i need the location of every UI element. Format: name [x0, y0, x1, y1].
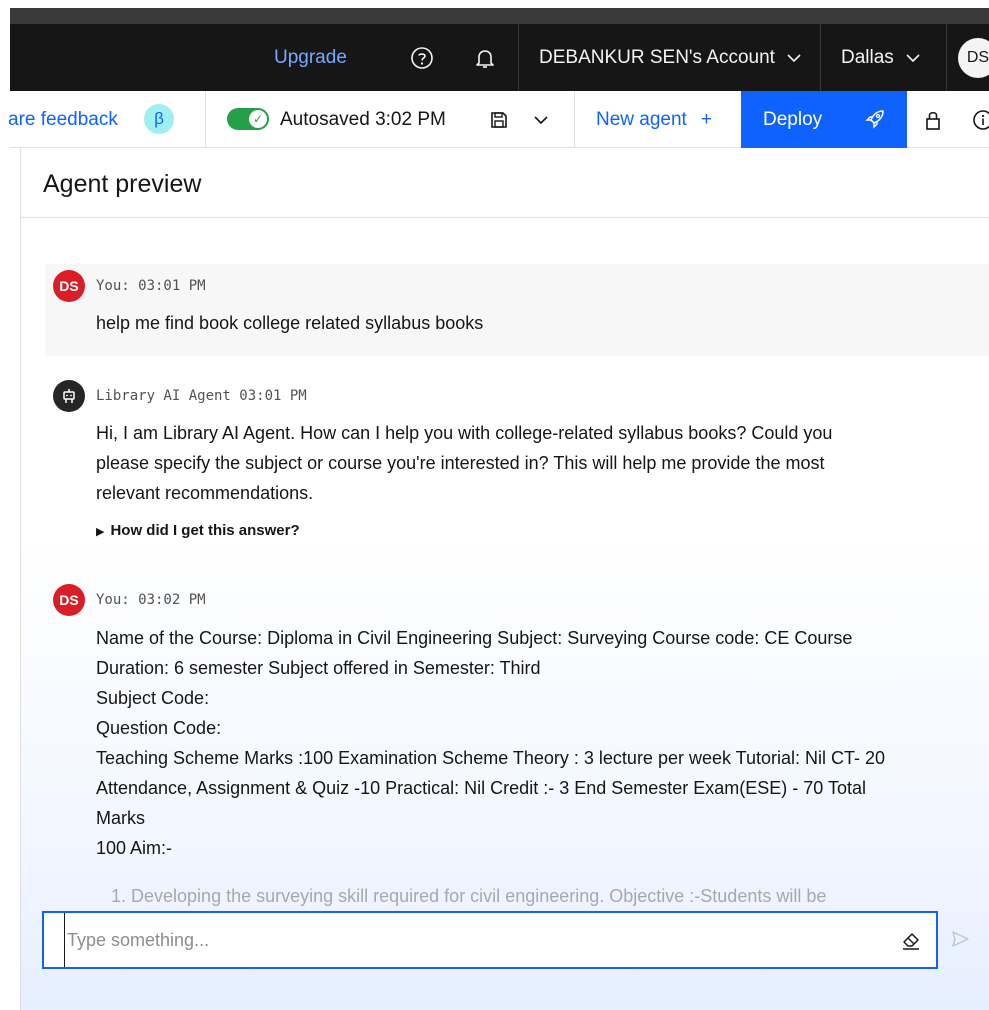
- deploy-label: Deploy: [763, 108, 823, 130]
- autosave-toggle[interactable]: ✓: [227, 108, 269, 130]
- help-icon: [411, 46, 433, 69]
- user-avatar: DS: [53, 270, 85, 302]
- upgrade-link[interactable]: Upgrade: [274, 24, 347, 91]
- save-button[interactable]: [488, 91, 510, 148]
- toolbar-divider: [574, 91, 575, 148]
- toolbar-divider: [205, 91, 206, 148]
- page-title: Agent preview: [43, 170, 202, 198]
- user-avatar: DS: [53, 584, 85, 616]
- region-label: Dallas: [841, 46, 894, 68]
- autosave-status: Autosaved 3:02 PM: [280, 108, 446, 130]
- account-label: DEBANKUR SEN's Account: [539, 46, 775, 68]
- user-avatar[interactable]: DS: [958, 38, 989, 78]
- new-agent-button[interactable]: New agent +: [596, 91, 712, 148]
- send-icon: [952, 931, 969, 947]
- chat-input-box: [42, 911, 938, 969]
- top-strip: [10, 8, 989, 24]
- message-line: Attendance, Assignment & Quiz -10 Practi…: [96, 778, 866, 798]
- message-text: Hi, I am Library AI Agent. How can I hel…: [96, 418, 936, 508]
- message-line: Name of the Course: Diploma in Civil Eng…: [96, 628, 853, 648]
- beta-badge: β: [144, 104, 174, 134]
- message-text: Name of the Course: Diploma in Civil Eng…: [96, 623, 936, 863]
- lock-button[interactable]: [920, 91, 946, 148]
- agent-avatar: [53, 380, 85, 412]
- deploy-button[interactable]: Deploy: [741, 91, 907, 148]
- plus-icon: +: [700, 108, 712, 130]
- send-button[interactable]: [946, 924, 974, 954]
- region-switcher[interactable]: Dallas: [841, 24, 920, 91]
- info-button[interactable]: [970, 91, 989, 148]
- message-line: Hi, I am Library AI Agent. How can I hel…: [96, 423, 833, 443]
- eraser-icon: [903, 933, 919, 950]
- chevron-down-icon: [906, 47, 920, 69]
- chat-messages[interactable]: DS You: 03:01 PM help me find book colle…: [21, 218, 989, 910]
- panel-header: Agent preview: [21, 148, 989, 218]
- notifications-button[interactable]: [471, 24, 499, 91]
- clear-button[interactable]: [900, 929, 922, 951]
- info-icon: [973, 109, 989, 130]
- how-link-label: How did I get this answer?: [110, 522, 300, 539]
- save-options-button[interactable]: [530, 91, 552, 148]
- share-feedback-link[interactable]: are feedback: [8, 91, 118, 148]
- message-line: Marks: [96, 808, 145, 828]
- agent-preview-panel: Agent preview DS You: 03:01 PM help me f…: [20, 148, 989, 1010]
- message-line: 100 Aim:-: [96, 838, 173, 858]
- message-line: Duration: 6 semester Subject offered in …: [96, 658, 541, 678]
- how-did-i-get-this-answer-toggle[interactable]: ▶ How did I get this answer?: [96, 522, 300, 539]
- save-icon: [491, 111, 507, 128]
- lock-icon: [926, 111, 940, 130]
- message-text: help me find book college related syllab…: [96, 313, 484, 333]
- message-line: relevant recommendations.: [96, 483, 314, 503]
- message-line: please specify the subject or course you…: [96, 453, 825, 473]
- chat-input[interactable]: [64, 913, 884, 967]
- caret-right-icon: ▶: [96, 526, 105, 538]
- message-line: Subject Code:: [96, 688, 210, 708]
- new-agent-label: New agent: [596, 108, 687, 130]
- header-divider: [820, 24, 821, 91]
- message-line: Teaching Scheme Marks :100 Examination S…: [96, 748, 886, 768]
- message-line: Question Code:: [96, 718, 222, 738]
- message-meta: You: 03:02 PM: [96, 592, 206, 608]
- header-divider: [946, 24, 947, 91]
- chevron-down-icon: [534, 115, 548, 124]
- robot-icon: [63, 389, 75, 403]
- chevron-down-icon: [787, 47, 801, 69]
- bell-icon: [476, 49, 494, 68]
- top-header: Upgrade DEBANKUR SEN's Account Dallas DS: [10, 24, 989, 91]
- message-meta: Library AI Agent 03:01 PM: [96, 388, 307, 404]
- rocket-icon: [865, 110, 884, 129]
- checkmark-icon: ✓: [249, 110, 267, 128]
- help-button[interactable]: [408, 24, 436, 91]
- account-switcher[interactable]: DEBANKUR SEN's Account: [539, 24, 801, 91]
- toolbar: are feedback β ✓ Autosaved 3:02 PM New a…: [8, 91, 989, 148]
- message-meta: You: 03:01 PM: [96, 278, 206, 294]
- message-line-faded: 1. Developing the surveying skill requir…: [111, 886, 827, 906]
- header-divider: [518, 24, 519, 91]
